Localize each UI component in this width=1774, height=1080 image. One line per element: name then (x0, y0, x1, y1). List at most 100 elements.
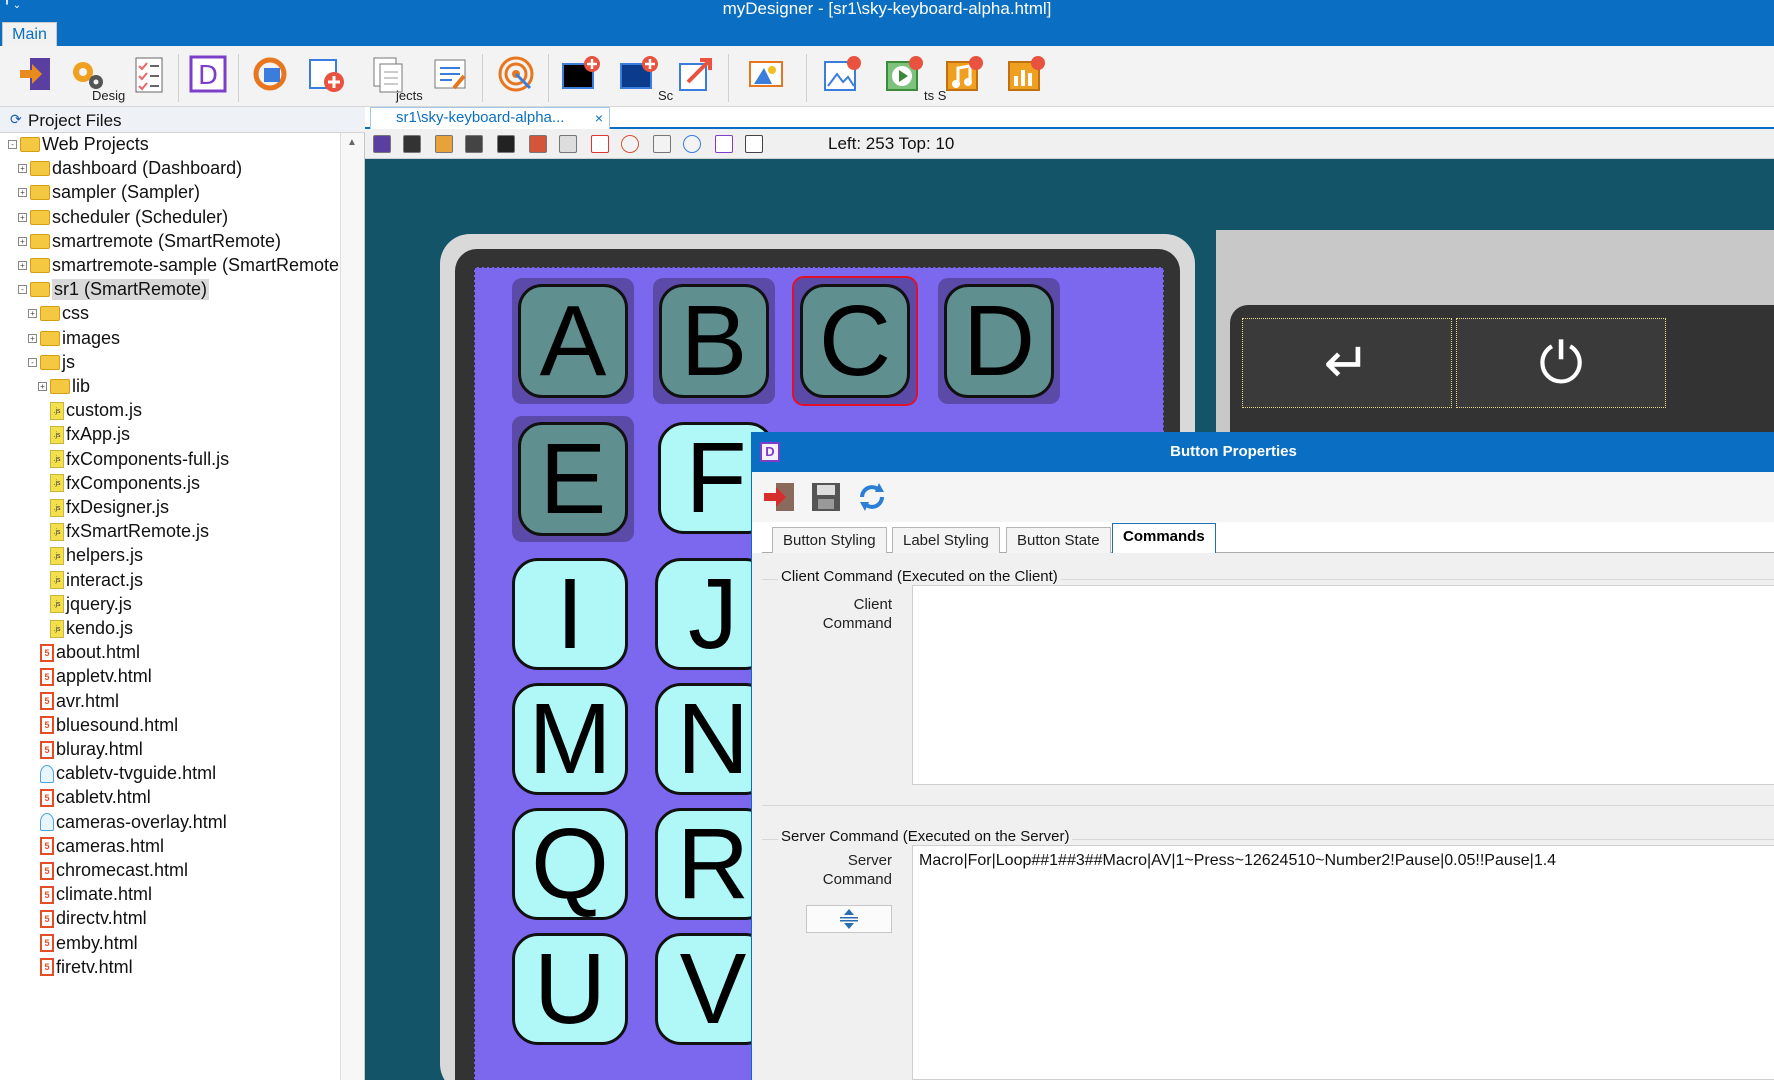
designer-settings-button[interactable]: Desig (62, 52, 125, 103)
tree-item[interactable]: 5 cameras.html (40, 833, 164, 860)
designer-button[interactable]: D (182, 52, 234, 102)
tree-item[interactable]: 5 cabletv.html (40, 784, 151, 811)
tree-item[interactable]: .js fxDesigner.js (50, 494, 169, 521)
tree-item[interactable]: - js (28, 349, 75, 376)
key-i[interactable]: I (512, 558, 628, 670)
tree-item[interactable]: 5 bluesound.html (40, 712, 178, 739)
image-button[interactable] (740, 52, 792, 102)
tree-item[interactable]: + lib (38, 373, 90, 400)
split-command-button[interactable] (806, 905, 892, 933)
collapse-icon[interactable]: - (18, 285, 27, 295)
scroll-up-icon[interactable]: ▲ (347, 137, 357, 148)
expand-icon[interactable]: + (38, 382, 47, 391)
designer-d-small-icon[interactable] (715, 135, 733, 153)
refresh-dialog-icon[interactable] (854, 479, 890, 515)
exit-button[interactable] (10, 52, 62, 102)
tree-item[interactable]: .js fxSmartRemote.js (50, 518, 209, 545)
zoom-in-icon[interactable] (683, 135, 701, 153)
enter-key[interactable]: ↵ (1242, 318, 1452, 408)
expand-icon[interactable]: + (18, 212, 27, 222)
tree-item[interactable]: + images (28, 325, 120, 352)
zoom-out-icon[interactable] (621, 135, 639, 153)
tree-item[interactable]: cameras-overlay.html (40, 809, 227, 836)
key-e[interactable]: E (512, 416, 634, 542)
expand-icon[interactable]: + (18, 261, 27, 270)
tree-scrollbar[interactable]: ▲ (340, 133, 364, 1080)
key-m[interactable]: M (512, 683, 628, 795)
key-b[interactable]: B (653, 278, 775, 404)
exit-dialog-icon[interactable] (762, 479, 798, 515)
new-page-button[interactable] (300, 52, 352, 102)
tab-button-state[interactable]: Button State (1006, 527, 1111, 553)
tree-item[interactable]: .js fxComponents-full.js (50, 446, 229, 473)
tree-item[interactable]: cabletv-tvguide.html (40, 760, 216, 787)
save-all-icon[interactable] (435, 135, 453, 153)
close-tab-icon[interactable]: × (595, 108, 603, 128)
add-screen-button[interactable] (554, 52, 606, 102)
key-q[interactable]: Q (512, 808, 628, 920)
expand-icon[interactable]: + (18, 188, 27, 198)
save-icon[interactable] (403, 135, 421, 153)
find-chart-button[interactable] (1000, 52, 1052, 102)
dialog-title-bar[interactable]: D Button Properties (752, 432, 1774, 472)
tab-commands[interactable]: Commands (1112, 523, 1216, 554)
paste-icon[interactable] (559, 135, 577, 153)
save-as-icon[interactable] (465, 135, 483, 153)
tree-item[interactable]: .js custom.js (50, 397, 142, 424)
copy-icon[interactable] (529, 135, 547, 153)
key-c[interactable]: C (792, 276, 918, 406)
power-key[interactable]: ⏻ (1456, 318, 1666, 408)
key-a[interactable]: A (512, 278, 634, 404)
tree-item[interactable]: + scheduler (Scheduler) (18, 204, 228, 231)
tree-item[interactable]: 5 avr.html (40, 688, 119, 715)
collapse-icon[interactable]: - (28, 357, 37, 367)
key-d[interactable]: D (938, 278, 1060, 404)
objects-button[interactable]: jects (362, 52, 423, 103)
key-u[interactable]: U (512, 933, 628, 1045)
server-command-field[interactable]: Macro|For|Loop##1##3##Macro|AV|1~Press~1… (912, 845, 1774, 1080)
export-button[interactable] (670, 52, 722, 102)
tab-button-styling[interactable]: Button Styling (772, 527, 887, 553)
exit-designer-icon[interactable] (373, 135, 391, 153)
tree-item[interactable]: + smartremote (SmartRemote) (18, 228, 281, 255)
tree-item[interactable]: .js kendo.js (50, 615, 133, 642)
tree-item[interactable]: .js interact.js (50, 567, 143, 594)
tree-item[interactable]: .js fxApp.js (50, 421, 130, 448)
tree-item[interactable]: .js helpers.js (50, 542, 143, 569)
tree-item[interactable]: .js fxComponents.js (50, 470, 200, 497)
document-tab[interactable]: sr1\sky-keyboard-alpha... × (370, 107, 610, 129)
find-audio-button[interactable] (938, 52, 990, 102)
find-video-button[interactable]: ts S (878, 52, 946, 103)
tree-item[interactable]: + smartremote-sample (SmartRemote (18, 252, 339, 279)
screens-button[interactable]: Sc (612, 52, 673, 103)
expand-icon[interactable]: + (18, 164, 27, 174)
tree-item[interactable]: 5 climate.html (40, 881, 152, 908)
tree-item[interactable]: + css (28, 300, 89, 327)
screenshot-icon[interactable] (745, 135, 763, 153)
delete-icon[interactable] (591, 135, 609, 153)
client-command-field[interactable] (912, 585, 1774, 785)
target-button[interactable] (490, 52, 542, 102)
expand-icon[interactable]: + (18, 236, 27, 246)
tree-item[interactable]: + dashboard (Dashboard) (18, 155, 242, 182)
find-image-button[interactable] (816, 52, 868, 102)
refresh-icon[interactable]: ⟳ (10, 111, 22, 128)
tree-item[interactable]: 5 about.html (40, 639, 140, 666)
tree-item[interactable]: 5 appletv.html (40, 663, 152, 690)
tree-item[interactable]: .js jquery.js (50, 591, 132, 618)
tree-item[interactable]: 5 directv.html (40, 905, 147, 932)
ribbon-tab-main[interactable]: Main (2, 22, 57, 46)
tree-item[interactable]: 5 chromecast.html (40, 857, 188, 884)
preview-icon[interactable] (497, 135, 515, 153)
tree-item[interactable]: 5 bluray.html (40, 736, 143, 763)
collapse-icon[interactable]: - (8, 140, 17, 149)
expand-icon[interactable]: + (28, 309, 37, 319)
edit-list-button[interactable] (424, 52, 476, 102)
zoom-fit-icon[interactable] (653, 135, 671, 153)
tab-label-styling[interactable]: Label Styling (892, 527, 1000, 553)
tree-item[interactable]: - sr1 (SmartRemote) (18, 276, 210, 303)
expand-icon[interactable]: + (28, 333, 37, 343)
checklist-button[interactable] (122, 52, 174, 102)
tree-item[interactable]: 5 firetv.html (40, 954, 133, 981)
save-dialog-icon[interactable] (808, 479, 844, 515)
